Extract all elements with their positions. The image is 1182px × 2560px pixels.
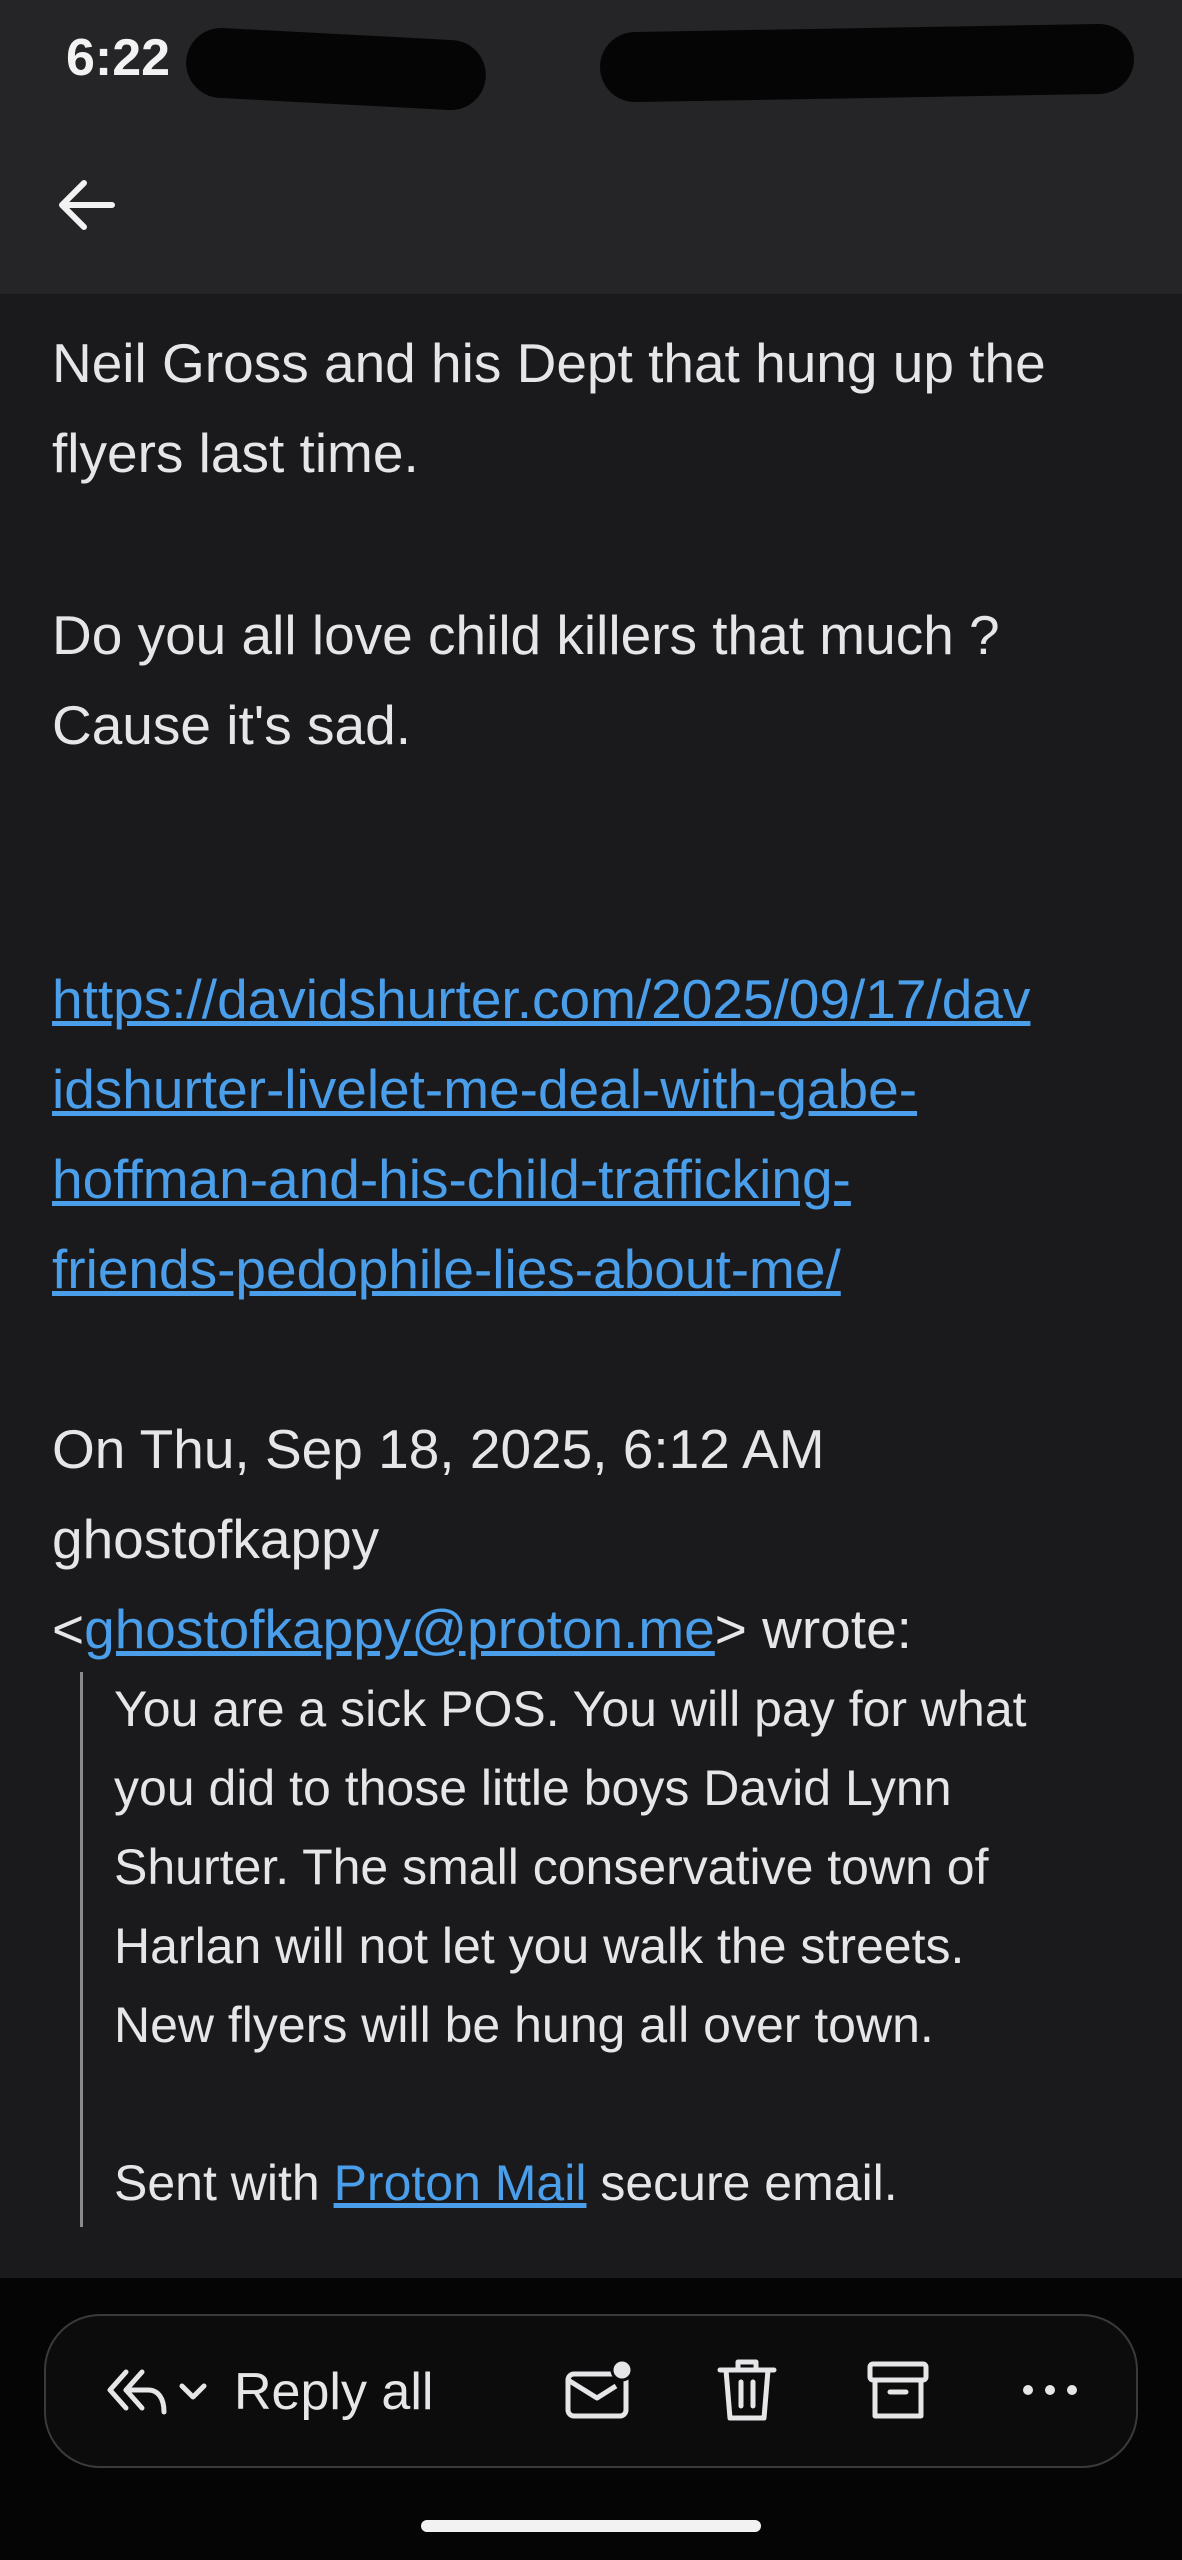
status-time: 6:22	[66, 29, 171, 87]
article-link-line[interactable]: friends-pedophile-lies-about-me/	[52, 1224, 1142, 1314]
quoted-line: you did to those little boys David Lynn	[114, 1760, 952, 1816]
signature-suffix: secure email.	[586, 2155, 898, 2211]
status-bar: 6:22	[0, 0, 1182, 130]
quoted-line: Shurter. The small conservative town of	[114, 1839, 989, 1895]
body-line: flyers last time.	[52, 422, 419, 484]
wrote-label: > wrote:	[714, 1598, 912, 1660]
sender-email-link[interactable]: ghostofkappy@proton.me	[84, 1598, 715, 1660]
mark-unread-button[interactable]	[564, 2358, 634, 2422]
quoted-line: New flyers will be hung all over town.	[114, 1997, 934, 2053]
reply-all-icon	[107, 2369, 167, 2415]
quoted-line: You are a sick POS. You will pay for wha…	[114, 1681, 1027, 1737]
article-link[interactable]: https://davidshurter.com/2025/09/17/dav …	[52, 954, 1142, 1314]
chevron-down-icon[interactable]	[176, 2364, 210, 2420]
action-toolbar: Reply all	[44, 2314, 1138, 2468]
delete-button[interactable]	[714, 2356, 780, 2424]
trash-icon	[717, 2359, 777, 2421]
body-line: Neil Gross and his Dept that hung up the	[52, 332, 1046, 394]
mark-unread-icon	[565, 2358, 634, 2419]
archive-button[interactable]	[866, 2358, 930, 2422]
more-options-button[interactable]	[1020, 2372, 1080, 2408]
quote-header-sender: ghostofkappy	[52, 1508, 380, 1570]
reply-all-button[interactable]: Reply all	[104, 2362, 433, 2422]
archive-icon	[867, 2361, 929, 2419]
article-link-line[interactable]: hoffman-and-his-child-trafficking-	[52, 1134, 1142, 1224]
reply-all-label: Reply all	[234, 2363, 434, 2421]
more-icon	[1023, 2385, 1077, 2395]
quote-bar	[80, 1672, 83, 2227]
home-indicator[interactable]	[421, 2520, 761, 2532]
body-line: Do you all love child killers that much …	[52, 604, 1000, 666]
quoted-message: You are a sick POS. You will pay for wha…	[114, 1670, 1154, 2223]
redaction-mark	[599, 23, 1135, 103]
redaction-mark	[184, 26, 488, 112]
proton-mail-link[interactable]: Proton Mail	[334, 2155, 587, 2211]
quote-header-email-line: <ghostofkappy@proton.me> wrote:	[52, 1584, 1142, 1674]
quote-header-date: On Thu, Sep 18, 2025, 6:12 AM	[52, 1418, 825, 1480]
open-bracket: <	[52, 1598, 85, 1660]
article-link-line[interactable]: https://davidshurter.com/2025/09/17/dav	[52, 954, 1142, 1044]
email-header	[0, 130, 1182, 294]
back-button[interactable]	[50, 168, 124, 242]
arrow-left-icon	[59, 180, 115, 230]
quoted-line: Harlan will not let you walk the streets…	[114, 1918, 965, 1974]
body-line: Cause it's sad.	[52, 694, 412, 756]
signature-prefix: Sent with	[114, 2155, 334, 2211]
signature-line: Sent with Proton Mail secure email.	[114, 2144, 1154, 2223]
article-link-line[interactable]: idshurter-livelet-me-deal-with-gabe-	[52, 1044, 1142, 1134]
